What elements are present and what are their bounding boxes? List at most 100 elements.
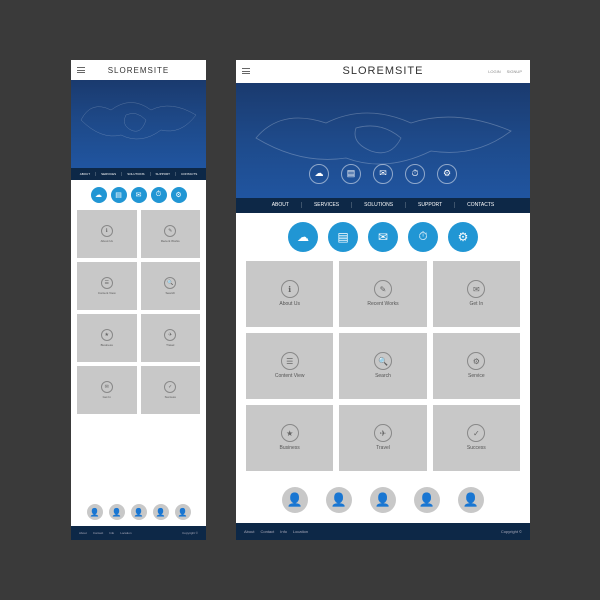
tile-label: Service	[468, 373, 485, 379]
grid-section: ℹAbout Us ✎ Recent Works ☰ Content View 🔍Sear…	[71, 210, 206, 494]
tile-icon: ☰	[101, 277, 113, 289]
avatar[interactable]: 👤	[414, 487, 440, 513]
nav-contacts[interactable]: CONTACTS	[455, 202, 506, 208]
nav-services[interactable]: SERVICES	[96, 172, 122, 176]
nav-contacts[interactable]: CONTACTS	[176, 172, 202, 176]
footer-link-location[interactable]: Location	[293, 529, 308, 534]
tile-label: Get In	[103, 395, 111, 399]
footer-link-about[interactable]: About	[244, 529, 254, 534]
feature-circle[interactable]: ⏱	[408, 222, 438, 252]
feature-circle[interactable]: ☁	[288, 222, 318, 252]
feature-circle[interactable]: ✉	[131, 187, 147, 203]
footer-link-info[interactable]: Info	[109, 531, 114, 535]
tile-label: Content View	[98, 291, 116, 295]
hero-icon[interactable]: ▤	[341, 164, 361, 184]
footer-link-about[interactable]: About	[79, 531, 87, 535]
hero: ☁ ▤ ✉ ⏱ ⚙	[236, 83, 530, 198]
tile-icon: ✎	[164, 225, 176, 237]
hero-icon[interactable]: ☁	[309, 164, 329, 184]
tile-about-us[interactable]: ℹAbout Us	[246, 261, 333, 327]
tile-label: Business	[101, 343, 113, 347]
footer-link-info[interactable]: Info	[280, 529, 287, 534]
tile-icon: ✉	[467, 280, 485, 298]
site-title: SLOREMSITE	[343, 65, 424, 77]
tile-label: Success	[165, 395, 176, 399]
feature-circle[interactable]: ⚙	[448, 222, 478, 252]
nav-about[interactable]: ABOUT	[75, 172, 96, 176]
tile-about-us[interactable]: ℹAbout Us	[77, 210, 137, 258]
tile-success[interactable]: ✓ Success	[141, 366, 201, 414]
tile-icon: 🔍	[164, 277, 176, 289]
tile-label: Success	[467, 445, 486, 451]
nav-support[interactable]: SUPPORT	[406, 202, 455, 208]
tile-label: Business	[280, 445, 300, 451]
footer-link-contact[interactable]: Contact	[260, 529, 274, 534]
copyright: Copyright ©	[182, 531, 198, 535]
avatar[interactable]: 👤	[131, 504, 147, 520]
team-row: 👤 👤 👤 👤 👤	[236, 471, 530, 523]
avatar[interactable]: 👤	[87, 504, 103, 520]
tile-icon: ☰	[281, 352, 299, 370]
avatar[interactable]: 👤	[109, 504, 125, 520]
tile-icon: ✎	[374, 280, 392, 298]
tile-label: Recent Works	[367, 301, 398, 307]
feature-circle[interactable]: ▤	[328, 222, 358, 252]
avatar[interactable]: 👤	[153, 504, 169, 520]
site-title: SLOREMSITE	[108, 66, 170, 75]
tile-icon: ★	[101, 329, 113, 341]
feature-row: ☁▤✉⏱⚙	[71, 180, 206, 210]
desktop-mockup: SLOREMSITE LOGIN SIGNUP ☁ ▤ ✉ ⏱ ⚙ ABOUTSERVIC…	[236, 60, 530, 540]
hamburger-icon[interactable]	[77, 67, 85, 73]
avatar[interactable]: 👤	[370, 487, 396, 513]
tile-search[interactable]: 🔍Search	[141, 262, 201, 310]
tile-icon: ✈	[164, 329, 176, 341]
tile-business[interactable]: ★ Business	[77, 314, 137, 362]
tile-business[interactable]: ★ Business	[246, 405, 333, 471]
tile-content-view[interactable]: ☰ Content View	[246, 333, 333, 399]
tile-icon: ✈	[374, 424, 392, 442]
hero-icon[interactable]: ⚙	[437, 164, 457, 184]
tile-content-view[interactable]: ☰ Content View	[77, 262, 137, 310]
hero-icon[interactable]: ⏱	[405, 164, 425, 184]
feature-circle[interactable]: ⏱	[151, 187, 167, 203]
tile-icon: ✓	[164, 381, 176, 393]
tile-label: Content View	[275, 373, 305, 379]
tile-service[interactable]: ⚙ Service	[433, 333, 520, 399]
tile-icon: ✉	[101, 381, 113, 393]
tile-recent-works[interactable]: ✎ Recent Works	[141, 210, 201, 258]
footer-link-location[interactable]: Location	[120, 531, 131, 535]
tile-label: Travel	[376, 445, 390, 451]
nav-support[interactable]: SUPPORT	[151, 172, 176, 176]
tile-search[interactable]: 🔍Search	[339, 333, 426, 399]
tile-travel[interactable]: ✈ Travel	[339, 405, 426, 471]
avatar[interactable]: 👤	[326, 487, 352, 513]
avatar[interactable]: 👤	[282, 487, 308, 513]
feature-circle[interactable]: ☁	[91, 187, 107, 203]
navbar: ABOUTSERVICESSOLUTIONSSUPPORTCONTACTS	[71, 168, 206, 180]
avatar[interactable]: 👤	[458, 487, 484, 513]
nav-about[interactable]: ABOUT	[260, 202, 302, 208]
nav-solutions[interactable]: SOLUTIONS	[352, 202, 406, 208]
tile-success[interactable]: ✓ Success	[433, 405, 520, 471]
feature-circle[interactable]: ▤	[111, 187, 127, 203]
feature-circle[interactable]: ✉	[368, 222, 398, 252]
tile-travel[interactable]: ✈Travel	[141, 314, 201, 362]
footer-link-contact[interactable]: Contact	[93, 531, 103, 535]
tile-recent-works[interactable]: ✎ Recent Works	[339, 261, 426, 327]
tile-label: Recent Works	[161, 239, 180, 243]
tile-get-in[interactable]: ✉Get In	[433, 261, 520, 327]
icon: ✉	[379, 168, 387, 179]
hamburger-icon[interactable]	[242, 68, 250, 74]
tile-get-in[interactable]: ✉ Get In	[77, 366, 137, 414]
nav-services[interactable]: SERVICES	[302, 202, 352, 208]
nav-solutions[interactable]: SOLUTIONS	[122, 172, 150, 176]
top-link-signup[interactable]: SIGNUP	[507, 69, 522, 74]
top-link-login[interactable]: LOGIN	[488, 69, 500, 74]
hero-icon[interactable]: ✉	[373, 164, 393, 184]
feature-circle[interactable]: ⚙	[171, 187, 187, 203]
topbar: SLOREMSITE LOGIN SIGNUP	[236, 60, 530, 83]
tile-icon: ⚙	[467, 352, 485, 370]
tile-icon: ★	[281, 424, 299, 442]
avatar[interactable]: 👤	[175, 504, 191, 520]
tile-icon: ✓	[467, 424, 485, 442]
